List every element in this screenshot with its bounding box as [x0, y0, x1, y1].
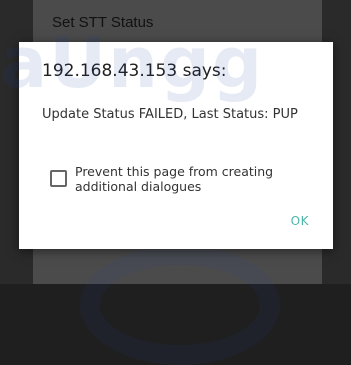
alert-dialog: 192.168.43.153 says: Update Status FAILE… [19, 42, 333, 249]
prevent-dialogs-label: Prevent this page from creating addition… [75, 164, 274, 194]
ok-button[interactable]: OK [291, 214, 309, 228]
prevent-dialogs-option[interactable]: Prevent this page from creating addition… [48, 164, 318, 198]
prevent-dialogs-checkbox[interactable] [50, 170, 67, 187]
dialog-message: Update Status FAILED, Last Status: PUP [42, 107, 298, 122]
dialog-title: 192.168.43.153 says: [42, 61, 227, 81]
page-title: Set STT Status [52, 14, 154, 31]
